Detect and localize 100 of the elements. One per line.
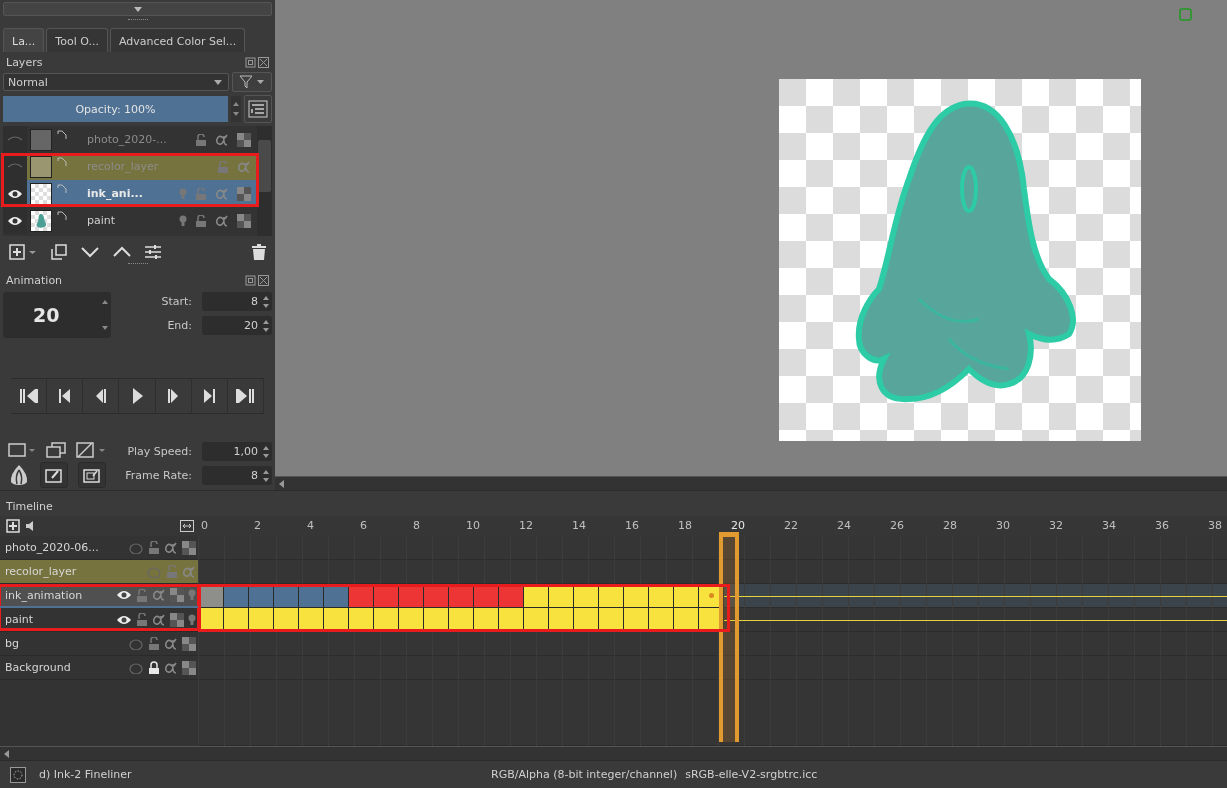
- checker-icon[interactable]: [170, 588, 184, 602]
- checker-icon[interactable]: [237, 213, 251, 228]
- opacity-slider[interactable]: Opacity: 100%: [3, 96, 228, 122]
- onion-skin-icon[interactable]: [188, 613, 196, 626]
- alpha-icon[interactable]: [215, 214, 229, 227]
- alpha-icon[interactable]: [164, 541, 178, 554]
- checker-icon[interactable]: [182, 636, 196, 651]
- move-down-icon[interactable]: [81, 246, 99, 258]
- checker-icon[interactable]: [237, 186, 251, 201]
- checker-icon[interactable]: [237, 132, 251, 147]
- scrollbar[interactable]: [257, 126, 272, 236]
- zoom-fit-icon[interactable]: [180, 520, 194, 532]
- eye-icon[interactable]: [7, 187, 23, 200]
- drop-frames-icon[interactable]: [76, 442, 106, 458]
- start-label: Start:: [161, 295, 192, 308]
- panel-tab[interactable]: La...: [3, 28, 45, 52]
- onion-skin-icon[interactable]: [179, 214, 187, 227]
- filter-button[interactable]: [232, 72, 272, 92]
- color-space-label: RGB/Alpha (8-bit integer/channel): [491, 768, 678, 781]
- keyframe[interactable]: [524, 608, 549, 632]
- keyframe[interactable]: [349, 608, 374, 632]
- keyframe[interactable]: [249, 608, 274, 632]
- keyframe[interactable]: [399, 608, 424, 632]
- brush-preset-icon[interactable]: [10, 766, 26, 783]
- spin-arrows-icon[interactable]: [262, 444, 270, 459]
- move-up-icon[interactable]: [113, 246, 131, 258]
- frame-number: 10: [465, 518, 481, 534]
- layer-row[interactable]: paint: [3, 207, 257, 234]
- keyframe[interactable]: [499, 608, 524, 632]
- float-icon[interactable]: [245, 56, 256, 68]
- play-speed-field[interactable]: 1,00: [202, 442, 272, 461]
- current-frame-field[interactable]: 20: [3, 292, 111, 338]
- alpha-icon[interactable]: [164, 637, 178, 650]
- add-layer-icon[interactable]: [6, 519, 20, 533]
- flame-icon[interactable]: [8, 464, 30, 486]
- keyframe[interactable]: [574, 608, 599, 632]
- keyframe[interactable]: [449, 608, 474, 632]
- end-field[interactable]: 20: [202, 316, 272, 335]
- close-icon[interactable]: [258, 56, 269, 68]
- eye-icon[interactable]: [7, 214, 23, 227]
- keyframe[interactable]: [424, 608, 449, 632]
- layer-row[interactable]: photo_2020-...: [3, 126, 257, 153]
- timeline-layer-row[interactable]: bg: [0, 632, 198, 656]
- start-field[interactable]: 8: [202, 292, 272, 311]
- timeline-layer-row[interactable]: paint: [0, 608, 198, 632]
- keyframe[interactable]: [674, 608, 699, 632]
- properties-button[interactable]: [244, 95, 272, 123]
- add-layer-icon[interactable]: [9, 244, 37, 260]
- checker-icon[interactable]: [182, 660, 196, 675]
- timeline-layer-row[interactable]: ink_animation: [0, 584, 198, 608]
- lock-icon[interactable]: [148, 661, 160, 674]
- alpha-icon[interactable]: [164, 661, 178, 674]
- eye-icon[interactable]: [116, 589, 132, 601]
- first-icon: [18, 387, 39, 405]
- keyframe[interactable]: [224, 608, 249, 632]
- horizontal-scrollbar[interactable]: [275, 476, 1227, 490]
- panel-tab[interactable]: Advanced Color Sel...: [109, 28, 246, 52]
- frame-number: 34: [1101, 518, 1117, 534]
- end-label: End:: [167, 319, 192, 332]
- panel-tab[interactable]: Tool O...: [46, 28, 108, 52]
- current-frame-marker[interactable]: [719, 532, 739, 742]
- spin-arrows-icon[interactable]: [262, 294, 270, 309]
- frame-icon[interactable]: [8, 443, 36, 457]
- alpha-icon[interactable]: [215, 133, 229, 146]
- keyframe[interactable]: [324, 608, 349, 632]
- keyframe[interactable]: [599, 608, 624, 632]
- frame-rate-field[interactable]: 8: [202, 466, 272, 485]
- keyframe-button[interactable]: [40, 462, 68, 488]
- close-icon[interactable]: [258, 274, 269, 286]
- keyframe[interactable]: [474, 608, 499, 632]
- horizontal-scrollbar[interactable]: [0, 746, 1227, 760]
- frame-number: 28: [942, 518, 958, 534]
- spin-arrows-icon[interactable]: [262, 468, 270, 483]
- duplicate-keyframe-button[interactable]: [78, 462, 106, 488]
- float-icon[interactable]: [245, 274, 256, 286]
- keyframe[interactable]: [624, 608, 649, 632]
- timeline-layer-row[interactable]: photo_2020-06...: [0, 536, 198, 560]
- blend-mode-dropdown[interactable]: Normal: [3, 73, 229, 91]
- canvas-area[interactable]: [275, 0, 1227, 476]
- duplicate-layer-icon[interactable]: [51, 244, 67, 260]
- delete-icon[interactable]: [252, 244, 266, 260]
- keyframe[interactable]: [549, 608, 574, 632]
- keyframe[interactable]: [299, 608, 324, 632]
- keyframe[interactable]: [649, 608, 674, 632]
- frame-number: 6: [359, 518, 368, 534]
- keyframe[interactable]: [699, 608, 724, 632]
- alpha-icon[interactable]: [152, 613, 166, 626]
- onion-frames-icon[interactable]: [46, 442, 66, 458]
- scroll-left-icon[interactable]: [4, 749, 10, 758]
- panel-title: Animation: [6, 273, 63, 287]
- scroll-left-icon[interactable]: [279, 479, 285, 488]
- sliders-icon[interactable]: [145, 244, 161, 260]
- checker-icon[interactable]: [170, 612, 184, 627]
- keyframe[interactable]: [274, 608, 299, 632]
- eye-icon[interactable]: [116, 613, 132, 626]
- keyframe[interactable]: [374, 608, 399, 632]
- spin-arrows-icon[interactable]: [262, 318, 270, 333]
- layer-type-icon: [57, 129, 67, 140]
- checker-icon[interactable]: [182, 540, 196, 555]
- timeline-layer-row[interactable]: Background: [0, 656, 198, 680]
